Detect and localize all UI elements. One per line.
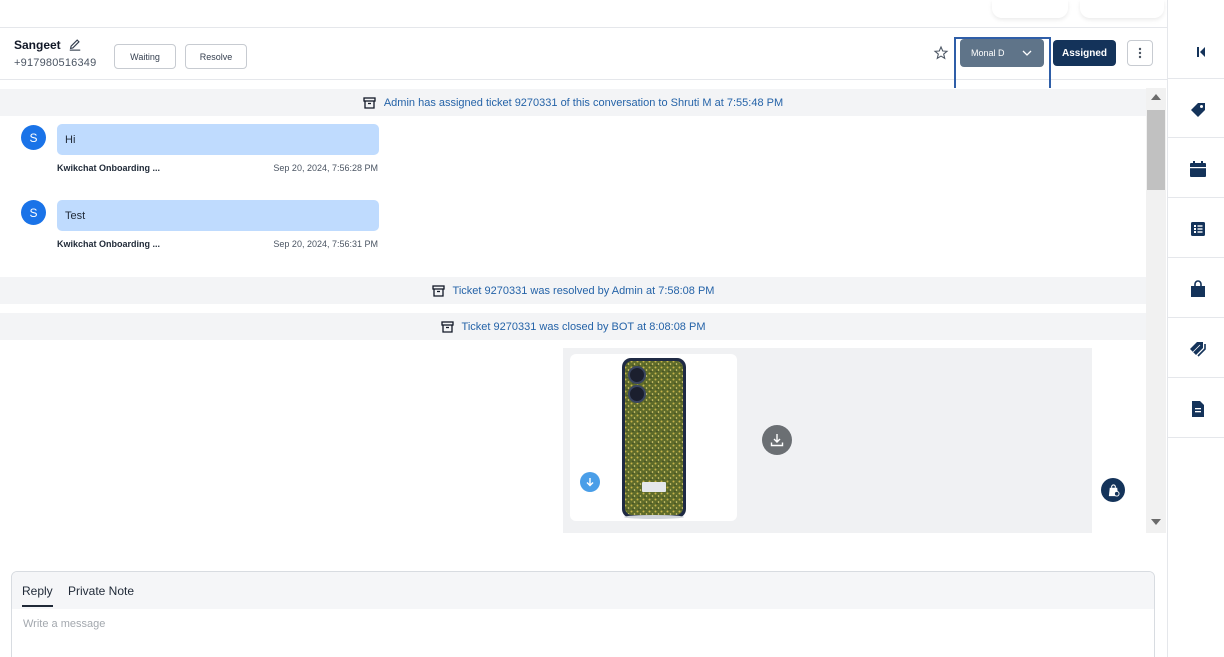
system-event-text: Ticket 9270331 was resolved by Admin at … (452, 284, 715, 297)
tag-icon (1191, 103, 1205, 117)
contact-name: Sangeet (14, 38, 61, 52)
shopping-bag-icon (1191, 280, 1205, 297)
scroll-up-arrow[interactable] (1151, 94, 1161, 100)
sidebar-item-calendar[interactable] (1168, 138, 1224, 198)
system-event-text: Ticket 9270331 was closed by BOT at 8:08… (461, 320, 706, 333)
message-time: Sep 20, 2024, 7:56:31 PM (273, 239, 378, 249)
scroll-thumb[interactable] (1147, 110, 1165, 190)
edit-icon[interactable] (68, 37, 82, 51)
conversation-header: Sangeet +917980516349 Waiting Resolve Mo… (0, 28, 1167, 95)
chevron-down-icon (1022, 50, 1032, 56)
system-event: Ticket 9270331 was resolved by Admin at … (0, 277, 1146, 304)
right-sidebar (1167, 0, 1224, 657)
composer-tabs: Reply Private Note (12, 572, 1154, 609)
calendar-icon (1190, 161, 1206, 177)
shopping-bag-icon (1108, 483, 1120, 497)
top-strip (0, 0, 1167, 28)
archive-icon (431, 284, 445, 297)
phone-case-image (622, 358, 686, 519)
agent-select-value: Monal D (971, 48, 1005, 58)
chat-scrollbar[interactable] (1146, 88, 1166, 533)
order-badge[interactable] (1101, 478, 1125, 502)
document-icon (1192, 401, 1204, 417)
top-tab-pill[interactable] (1080, 0, 1164, 18)
contact-phone: +917980516349 (14, 57, 97, 69)
tab-reply[interactable]: Reply (22, 584, 53, 598)
sidebar-item-orders[interactable] (1168, 258, 1224, 318)
download-button[interactable] (580, 472, 600, 492)
message-sender: Kwikchat Onboarding ... (57, 239, 161, 249)
sidebar-item-document[interactable] (1168, 378, 1224, 438)
sidebar-item-tags[interactable] (1168, 318, 1224, 378)
message-time: Sep 20, 2024, 7:56:28 PM (273, 163, 378, 173)
media-message (563, 348, 1092, 533)
system-event: Admin has assigned ticket 9270331 of thi… (0, 89, 1146, 116)
more-options-button[interactable] (1127, 40, 1153, 66)
arrow-down-icon (586, 478, 594, 487)
product-image-card[interactable] (570, 354, 737, 521)
top-tab-pill[interactable] (992, 0, 1068, 18)
message-bubble: Hi (57, 124, 379, 155)
list-icon (1191, 222, 1205, 236)
waiting-button[interactable]: Waiting (114, 44, 176, 69)
scroll-down-arrow[interactable] (1151, 519, 1161, 525)
agent-select[interactable]: Monal D (960, 39, 1044, 67)
archive-icon (440, 320, 454, 333)
kebab-menu-icon (1138, 47, 1142, 59)
avatar: S (21, 200, 46, 225)
archive-icon (363, 96, 376, 109)
assigned-button[interactable]: Assigned (1053, 40, 1116, 66)
active-tab-indicator (22, 605, 53, 607)
message-sender: Kwikchat Onboarding ... (57, 163, 161, 173)
download-media-button[interactable] (762, 425, 792, 455)
chat-timeline[interactable]: Admin has assigned ticket 9270331 of thi… (0, 88, 1146, 533)
message-composer: Reply Private Note Write a message (11, 571, 1155, 657)
resolve-button[interactable]: Resolve (185, 44, 247, 69)
download-icon (770, 434, 784, 447)
tab-private-note[interactable]: Private Note (68, 584, 134, 598)
tags-icon (1190, 342, 1206, 357)
system-event: Ticket 9270331 was closed by BOT at 8:08… (0, 313, 1146, 340)
message-input[interactable]: Write a message (23, 618, 105, 630)
avatar: S (21, 125, 46, 150)
star-icon[interactable] (933, 45, 949, 61)
conversation-app: Sangeet +917980516349 Waiting Resolve Mo… (0, 0, 1224, 657)
sidebar-item-list[interactable] (1168, 198, 1224, 258)
message-bubble: Test (57, 200, 379, 231)
sidebar-item-tag[interactable] (1168, 78, 1224, 138)
system-event-text: Admin has assigned ticket 9270331 of thi… (383, 96, 784, 109)
collapse-icon[interactable] (1196, 46, 1206, 58)
